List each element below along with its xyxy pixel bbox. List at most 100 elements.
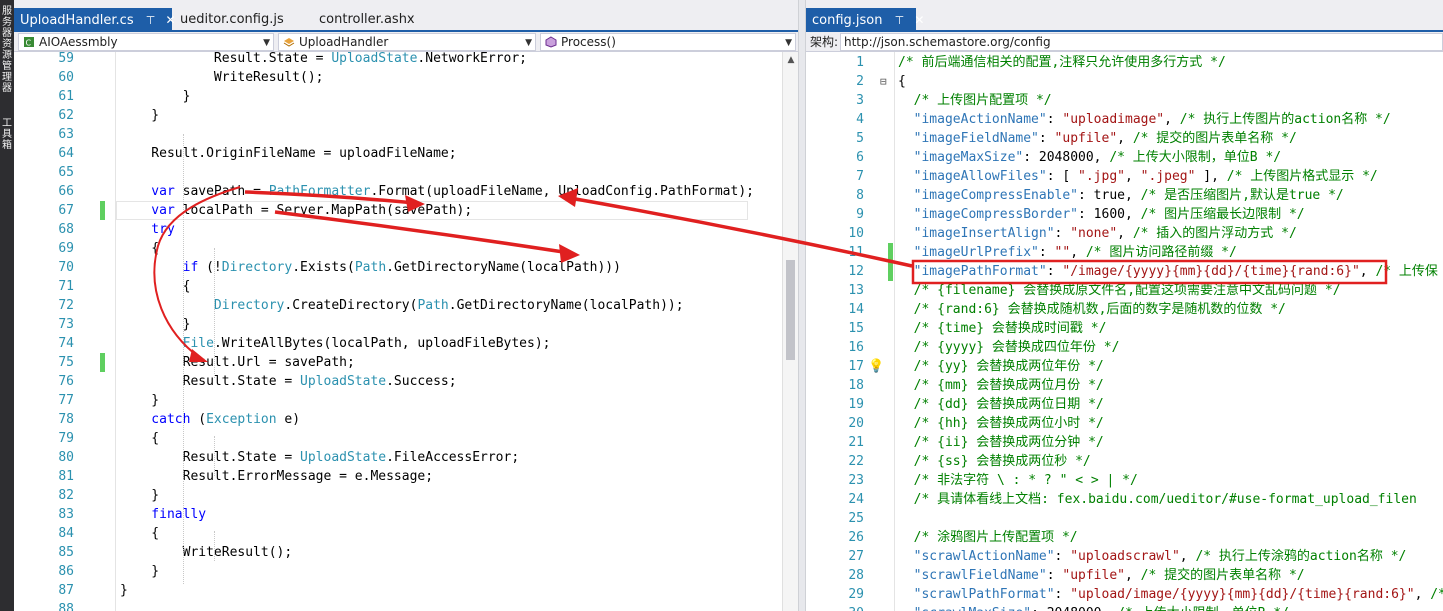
code-line[interactable]: 60 WriteResult(); <box>14 68 768 87</box>
code-token: catch <box>120 412 191 427</box>
code-line[interactable]: 84 { <box>14 524 768 543</box>
code-line[interactable]: 10 "imageInsertAlign": "none", /* 插入的图片浮… <box>806 224 1443 243</box>
code-line[interactable]: 77 } <box>14 391 768 410</box>
code-line[interactable]: 5 "imageFieldName": "upfile", /* 提交的图片表单… <box>806 129 1443 148</box>
code-line[interactable]: 19 /* {dd} 会替换成两位日期 */ <box>806 395 1443 414</box>
schema-input[interactable]: http://json.schemastore.org/config <box>840 33 1443 51</box>
pin-icon[interactable]: ⊤ <box>146 9 156 33</box>
code-token: : true, <box>1078 188 1141 203</box>
code-line[interactable]: 9 "imageCompressBorder": 1600, /* 图片压缩最长… <box>806 205 1443 224</box>
code-line[interactable]: 87} <box>14 581 768 600</box>
code-text: "imageActionName": "uploadimage", /* 执行上… <box>898 110 1391 129</box>
code-token: try <box>120 222 175 237</box>
fold-toggle-icon[interactable]: ⊟ <box>880 72 887 91</box>
code-line[interactable]: 17 💡 /* {yy} 会替换成两位年份 */ <box>806 357 1443 376</box>
code-token: ".jpg" <box>1078 169 1125 184</box>
code-line[interactable]: 68 try <box>14 220 768 239</box>
code-line[interactable]: 70 if (!Directory.Exists(Path.GetDirecto… <box>14 258 768 277</box>
code-line[interactable]: 12 "imagePathFormat": "/image/{yyyy}{mm}… <box>806 262 1443 281</box>
code-line[interactable]: 88 <box>14 600 768 611</box>
indent-guide <box>214 248 215 378</box>
code-line[interactable]: 78 catch (Exception e) <box>14 410 768 429</box>
code-line[interactable]: 81 Result.ErrorMessage = e.Message; <box>14 467 768 486</box>
code-line[interactable]: 74 File.WriteAllBytes(localPath, uploadF… <box>14 334 768 353</box>
code-line[interactable]: 71 { <box>14 277 768 296</box>
code-line[interactable]: 86 } <box>14 562 768 581</box>
tab-config-json[interactable]: config.json ⊤ ✕ <box>806 8 924 33</box>
code-line[interactable]: 23 /* 非法字符 \ : * ? " < > | */ <box>806 471 1443 490</box>
code-line[interactable]: 66 var savePath = PathFormatter.Format(u… <box>14 182 768 201</box>
tab-ueditor-config-js[interactable]: ueditor.config.js <box>174 8 314 32</box>
code-token: Result.OriginFileName = uploadFileName; <box>120 146 457 161</box>
code-line[interactable]: 26 /* 涂鸦图片上传配置项 */ <box>806 528 1443 547</box>
code-line[interactable]: 4 "imageActionName": "uploadimage", /* 执… <box>806 110 1443 129</box>
code-text: /* 涂鸦图片上传配置项 */ <box>898 528 1078 547</box>
code-line[interactable]: 80 Result.State = UploadState.FileAccess… <box>14 448 768 467</box>
code-line[interactable]: 22 /* {ss} 会替换成两位秒 */ <box>806 452 1443 471</box>
code-line[interactable]: 67 var localPath = Server.MapPath(savePa… <box>14 201 768 220</box>
code-line[interactable]: 79 { <box>14 429 768 448</box>
tab-controller-ashx[interactable]: controller.ashx <box>314 8 450 32</box>
code-token: , <box>1359 264 1376 279</box>
code-line[interactable]: 29 "scrawlPathFormat": "upload/image/{yy… <box>806 585 1443 604</box>
code-token: : <box>1046 568 1063 583</box>
server-explorer-tab[interactable]: 服务器资源管理器 <box>0 6 14 94</box>
code-token: "uploadscrawl" <box>1070 549 1180 564</box>
code-line[interactable]: 28 "scrawlFieldName": "upfile", /* 提交的图片… <box>806 566 1443 585</box>
code-line[interactable]: 83 finally <box>14 505 768 524</box>
code-line[interactable]: 61 } <box>14 87 768 106</box>
code-line[interactable]: 63 <box>14 125 768 144</box>
code-line[interactable]: 64 Result.OriginFileName = uploadFileNam… <box>14 144 768 163</box>
code-line[interactable]: 82 } <box>14 486 768 505</box>
code-line[interactable]: 2 ⊟ { <box>806 72 1443 91</box>
code-token: /* {time} 会替换成时间戳 */ <box>898 321 1107 336</box>
code-line[interactable]: 1 /* 前后端通信相关的配置,注释只允许使用多行方式 */ <box>806 53 1443 72</box>
scroll-up-icon[interactable]: ▲ <box>783 52 798 68</box>
code-line[interactable]: 14 /* {rand:6} 会替换成随机数,后面的数字是随机数的位数 */ <box>806 300 1443 319</box>
vertical-scrollbar[interactable]: ▲ <box>782 52 798 611</box>
code-text: } <box>120 106 159 125</box>
code-line[interactable]: 15 /* {time} 会替换成时间戳 */ <box>806 319 1443 338</box>
split-divider[interactable] <box>798 0 806 611</box>
code-line[interactable]: 21 /* {ii} 会替换成两位分钟 */ <box>806 433 1443 452</box>
code-token: /* {ss} 会替换成两位秒 */ <box>898 454 1091 469</box>
code-line[interactable]: 62 } <box>14 106 768 125</box>
code-line[interactable]: 11 "imageUrlPrefix": "", /* 图片访问路径前缀 */ <box>806 243 1443 262</box>
code-line[interactable]: 30 "scrawlMaxSize": 2048000, /* 上传大小限制，单… <box>806 604 1443 611</box>
lightbulb-icon[interactable]: 💡 <box>868 357 884 376</box>
code-line[interactable]: 27 "scrawlActionName": "uploadscrawl", /… <box>806 547 1443 566</box>
code-line[interactable]: 18 /* {mm} 会替换成两位月份 */ <box>806 376 1443 395</box>
code-line[interactable]: 6 "imageMaxSize": 2048000, /* 上传大小限制，单位B… <box>806 148 1443 167</box>
code-line[interactable]: 65 <box>14 163 768 182</box>
toolbox-tab[interactable]: 工具箱 <box>0 118 14 151</box>
code-line[interactable]: 13 /* {filename} 会替换成原文件名,配置这项需要注意中文乱码问题… <box>806 281 1443 300</box>
code-line[interactable]: 59 Result.State = UploadState.NetworkErr… <box>14 49 768 68</box>
code-line[interactable]: 16 /* {yyyy} 会替换成四位年份 */ <box>806 338 1443 357</box>
line-number: 9 <box>856 207 864 222</box>
code-line[interactable]: 75 Result.Url = savePath; <box>14 353 768 372</box>
json-code-editor[interactable]: 1 /* 前后端通信相关的配置,注释只允许使用多行方式 */ 2 ⊟ {3 /* 上传图… <box>806 52 1443 611</box>
code-line[interactable]: 25 <box>806 509 1443 528</box>
code-token: "imageCompressEnable" <box>898 188 1079 203</box>
code-line[interactable]: 76 Result.State = UploadState.Success; <box>14 372 768 391</box>
code-line[interactable]: 73 } <box>14 315 768 334</box>
tab-uploadhandler-cs[interactable]: UploadHandler.cs ⊤ ✕ <box>14 8 176 33</box>
line-number: 29 <box>848 587 864 602</box>
code-line[interactable]: 69 { <box>14 239 768 258</box>
code-text: Result.State = UploadState.Success; <box>120 372 457 391</box>
code-line[interactable]: 24 /* 具请体看线上文档: fex.baidu.com/ueditor/#u… <box>806 490 1443 509</box>
code-line[interactable]: 8 "imageCompressEnable": true, /* 是否压缩图片… <box>806 186 1443 205</box>
code-line[interactable]: 3 /* 上传图片配置项 */ <box>806 91 1443 110</box>
line-number: 15 <box>848 321 864 336</box>
line-number: 11 <box>848 245 864 260</box>
code-line[interactable]: 72 Directory.CreateDirectory(Path.GetDir… <box>14 296 768 315</box>
code-line[interactable]: 20 /* {hh} 会替换成两位小时 */ <box>806 414 1443 433</box>
pin-icon[interactable]: ⊤ <box>895 9 905 33</box>
close-icon[interactable]: ✕ <box>914 8 924 32</box>
code-token: } <box>120 317 191 332</box>
code-token: , <box>1117 226 1133 241</box>
scroll-thumb[interactable] <box>786 260 795 360</box>
code-line[interactable]: 85 WriteResult(); <box>14 543 768 562</box>
code-editor[interactable]: 59 Result.State = UploadState.NetworkErr… <box>14 49 798 611</box>
code-line[interactable]: 7 "imageAllowFiles": [ ".jpg", ".jpeg" ]… <box>806 167 1443 186</box>
